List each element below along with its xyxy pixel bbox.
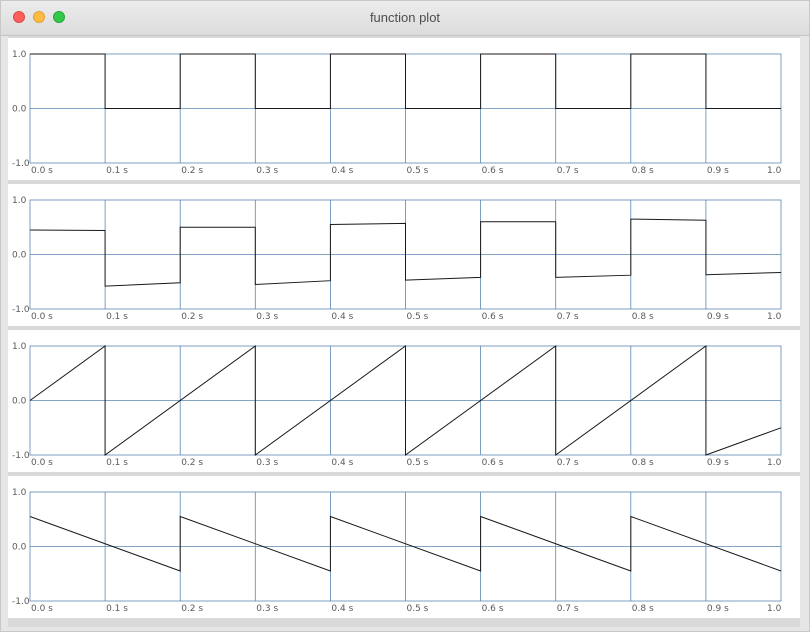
y-tick-label: 0.0 <box>12 397 27 407</box>
y-tick-label: 1.0 <box>12 342 27 352</box>
x-tick-label: 0.7 s <box>557 312 579 322</box>
window-title: function plot <box>369 10 441 25</box>
x-tick-label: 0.0 s <box>31 166 53 176</box>
x-tick-label: 0.1 s <box>106 166 128 176</box>
plot-sawtooth-panel <box>8 330 800 472</box>
x-tick-label: 0.4 s <box>331 458 353 468</box>
x-tick-label: 0.3 s <box>256 604 278 614</box>
x-tick-label: 0.5 s <box>407 312 429 322</box>
y-tick-label: 0.0 <box>12 251 27 261</box>
x-tick-label: 0.8 s <box>632 458 654 468</box>
y-tick-label: 0.0 <box>12 543 27 553</box>
x-tick-label: 0.4 s <box>331 604 353 614</box>
x-tick-label: 0.3 s <box>256 166 278 176</box>
x-tick-label: 0.0 s <box>31 458 53 468</box>
x-tick-label: 0.7 s <box>557 604 579 614</box>
y-tick-label: 1.0 <box>12 488 27 498</box>
x-tick-label: 0.6 s <box>482 166 504 176</box>
x-tick-label: 0.5 s <box>407 166 429 176</box>
y-tick-label: -1.0 <box>12 305 30 315</box>
y-tick-label: -1.0 <box>12 597 30 607</box>
y-tick-label: -1.0 <box>12 451 30 461</box>
y-tick-label: -1.0 <box>12 159 30 169</box>
y-tick-label: 0.0 <box>12 105 27 115</box>
x-tick-label: 0.4 s <box>331 312 353 322</box>
x-tick-label: 0.3 s <box>256 458 278 468</box>
x-tick-label: 0.2 s <box>181 312 203 322</box>
x-tick-label: 0.7 s <box>557 458 579 468</box>
x-tick-label: 0.6 s <box>482 604 504 614</box>
x-tick-label: 0.8 s <box>632 604 654 614</box>
x-tick-label: 0.7 s <box>557 166 579 176</box>
plot-ramp-panel <box>8 476 800 618</box>
x-tick-label: 0.9 s <box>707 312 729 322</box>
x-tick-label: 0.2 s <box>181 604 203 614</box>
x-tick-label: 0.2 s <box>181 166 203 176</box>
x-tick-label: 0.8 s <box>632 166 654 176</box>
x-tick-label: 0.5 s <box>407 458 429 468</box>
x-tick-label: 0.6 s <box>482 312 504 322</box>
x-tick-label: 0.4 s <box>331 166 353 176</box>
x-tick-label: 1.0 <box>767 312 782 322</box>
plots-canvas: 1.00.0-1.00.0 s 0.1 s 0.2 s 0.3 s 0.4 s 0.5 s… <box>8 38 800 618</box>
x-tick-label: 1.0 <box>767 604 782 614</box>
x-tick-label: 1.0 <box>767 458 782 468</box>
x-tick-label: 0.0 s <box>31 604 53 614</box>
x-tick-label: 0.9 s <box>707 604 729 614</box>
x-tick-label: 0.1 s <box>106 312 128 322</box>
title-bar[interactable]: function plot <box>1 1 809 36</box>
x-tick-label: 0.9 s <box>707 458 729 468</box>
x-tick-label: 0.8 s <box>632 312 654 322</box>
x-tick-label: 0.6 s <box>482 458 504 468</box>
x-tick-label: 0.1 s <box>106 604 128 614</box>
y-tick-label: 1.0 <box>12 50 27 60</box>
x-tick-label: 1.0 <box>767 166 782 176</box>
plot-area: 1.0 0.0 -1.0 0.0 s 0.1 s 0.2 s 0.3 s 0.4 s 0.5 s… <box>8 36 800 627</box>
x-tick-label: 0.5 s <box>407 604 429 614</box>
y-tick-label: 1.0 <box>12 196 27 206</box>
plot-square-fourier-panel <box>8 184 800 326</box>
x-tick-label: 0.9 s <box>707 166 729 176</box>
x-tick-label: 0.0 s <box>31 312 53 322</box>
x-tick-label: 0.1 s <box>106 458 128 468</box>
app-window: function plot 1.0 0.0 -1.0 0.0 s 0.1 s 0.2 s0… <box>0 0 810 632</box>
x-tick-label: 0.3 s <box>256 312 278 322</box>
x-tick-label: 0.2 s <box>181 458 203 468</box>
